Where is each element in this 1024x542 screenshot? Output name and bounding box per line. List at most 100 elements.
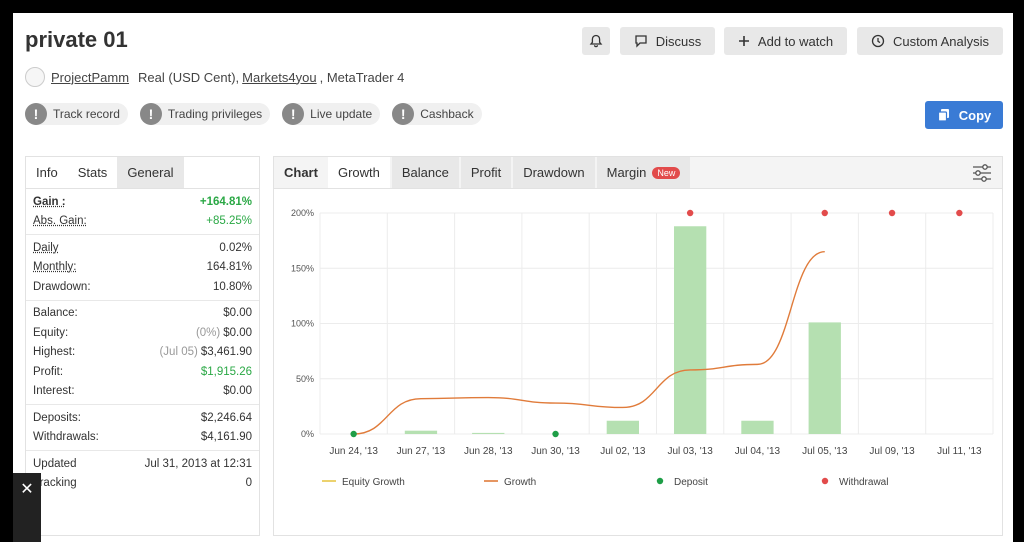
stat-label: Deposits:	[33, 411, 81, 424]
growth-bar	[472, 432, 505, 434]
stat-label[interactable]: Gain :	[33, 196, 66, 208]
legend-swatch	[656, 477, 664, 485]
withdrawal-marker	[686, 209, 694, 217]
balance-group: Balance: $0.00 Equity: (0%) $0.00 Highest:(…	[26, 301, 259, 405]
updated-group: Updated Jul 31, 2013 at 12:31 Tracking 0	[26, 451, 259, 496]
stat-value: Jul 31, 2013 at 12:31	[144, 457, 252, 470]
stat-label[interactable]: Daily	[33, 242, 59, 254]
growth-bar	[741, 420, 774, 434]
stat-withdrawals: Withdrawals: $4,161.90	[33, 428, 252, 448]
tab-profit[interactable]: Profit	[460, 157, 512, 188]
stats-panel: Info Stats General Gain : +164.81% Abs. G…	[25, 156, 260, 536]
plus-icon	[738, 36, 749, 46]
stat-value: +164.81%	[199, 195, 252, 208]
stat-label: Drawdown:	[33, 280, 91, 293]
close-button[interactable]: ✕	[13, 473, 41, 542]
tab-margin-label: Margin	[606, 165, 647, 180]
sliders-icon[interactable]	[972, 164, 992, 182]
tab-growth[interactable]: Growth	[327, 157, 390, 188]
copy-icon	[937, 109, 949, 122]
custom-analysis-button[interactable]: Custom Analysis	[857, 27, 1003, 55]
stat-tracking: Tracking 0	[33, 474, 252, 494]
stat-abs-gain: Abs. Gain: +85.25%	[33, 212, 252, 232]
stat-value: $3,461.90	[200, 346, 252, 359]
stat-deposits: Deposits: $2,246.64	[33, 408, 252, 428]
page: private 01 Discuss Add to watch Custom A…	[13, 13, 1013, 542]
track-record-badge[interactable]: ! Track record	[25, 103, 128, 125]
x-tick-label: Jul 05, '13	[802, 446, 848, 457]
notification-button[interactable]	[582, 27, 610, 55]
stat-label[interactable]: Monthly:	[33, 261, 76, 273]
y-tick-label: 100%	[291, 319, 314, 329]
withdrawal-marker	[888, 209, 896, 217]
x-tick-label: Jul 04, '13	[735, 446, 781, 457]
stat-note: (0%)	[195, 326, 221, 339]
badge-label: Live update	[310, 107, 373, 121]
stat-equity: Equity: (0%) $0.00	[33, 323, 252, 343]
tab-drawdown[interactable]: Drawdown	[513, 157, 595, 188]
stat-value: $0.00	[223, 385, 252, 398]
add-to-watch-label: Add to watch	[757, 33, 834, 49]
stat-value: $0.00	[223, 307, 252, 320]
growth-bar	[606, 420, 640, 434]
comment-icon	[635, 35, 647, 48]
live-update-badge[interactable]: ! Live update	[282, 103, 381, 125]
tab-general[interactable]: General	[117, 157, 184, 188]
stats-tabs: Info Stats General	[26, 157, 259, 189]
bell-icon	[589, 34, 603, 48]
x-tick-label: Jul 02, '13	[600, 446, 646, 457]
avatar[interactable]	[25, 67, 45, 87]
tab-info[interactable]: Info	[26, 157, 68, 188]
account-meta: ProjectPamm Real (USD Cent), Markets4you…	[25, 67, 404, 87]
stat-value: $1,915.26	[200, 365, 252, 378]
badge-label: Trading privileges	[167, 107, 263, 121]
user-link[interactable]: ProjectPamm	[51, 70, 129, 85]
stat-interest: Interest: $0.00	[33, 382, 252, 402]
stat-label: Withdrawals:	[33, 431, 99, 444]
growth-bar	[673, 226, 707, 434]
stat-value: 0	[245, 477, 252, 490]
tab-margin[interactable]: Margin New	[596, 157, 691, 188]
badge-label: Track record	[53, 107, 120, 121]
chart-heading: Chart	[274, 157, 328, 188]
stat-value: 164.81%	[206, 261, 252, 274]
stat-profit: Profit: $1,915.26	[33, 362, 252, 382]
exclamation-icon: !	[392, 103, 415, 125]
legend-label: Deposit	[674, 477, 708, 488]
verification-badges: ! Track record ! Trading privileges ! Live …	[25, 103, 482, 125]
stat-monthly: Monthly: 164.81%	[33, 258, 252, 278]
legend-label: Growth	[504, 477, 536, 488]
gain-group: Gain : +164.81% Abs. Gain: +85.25%	[26, 189, 259, 235]
stat-highest: Highest: (Jul 05) $3,461.90	[33, 343, 252, 363]
legend-label: Equity Growth	[342, 477, 405, 488]
growth-bar	[404, 430, 438, 434]
broker-link[interactable]: Markets4you	[242, 70, 316, 85]
stat-value: 0.02%	[219, 241, 252, 254]
chart-tabs: Chart Growth Balance Profit Drawdown Mar…	[274, 157, 1002, 189]
tab-balance[interactable]: Balance	[391, 157, 459, 188]
stat-daily: Daily 0.02%	[33, 238, 252, 258]
tab-stats[interactable]: Stats	[67, 157, 118, 188]
stat-updated: Updated Jul 31, 2013 at 12:31	[33, 454, 252, 474]
stat-note: (Jul 05)	[159, 346, 198, 359]
y-tick-label: 50%	[296, 374, 314, 384]
platform: , MetaTrader 4	[319, 69, 405, 85]
growth-chart: 0% 50% 100% 150% 200% Jun 24, '13 Jun 27, '13 J…	[291, 208, 994, 488]
stat-label: Updated	[33, 457, 77, 470]
stat-drawdown: Drawdown: 10.80%	[33, 277, 252, 297]
y-tick-label: 0%	[301, 429, 314, 439]
x-tick-label: Jul 11, '13	[937, 446, 982, 457]
cashback-badge[interactable]: ! Cashback	[392, 103, 482, 125]
stat-label[interactable]: Abs. Gain:	[33, 215, 87, 227]
y-tick-label: 200%	[291, 208, 314, 218]
close-icon: ✕	[20, 481, 34, 498]
exclamation-icon: !	[25, 103, 47, 125]
stat-gain: Gain : +164.81%	[33, 192, 252, 212]
rate-group: Daily 0.02% Monthly: 164.81% Drawdown: 10.8…	[26, 235, 259, 301]
trading-privileges-badge[interactable]: ! Trading privileges	[139, 103, 271, 125]
copy-button[interactable]: Copy	[925, 101, 1003, 129]
deposit-marker	[350, 430, 357, 438]
withdrawal-marker	[956, 209, 963, 217]
add-to-watch-button[interactable]: Add to watch	[724, 27, 847, 55]
discuss-button[interactable]: Discuss	[620, 27, 715, 55]
